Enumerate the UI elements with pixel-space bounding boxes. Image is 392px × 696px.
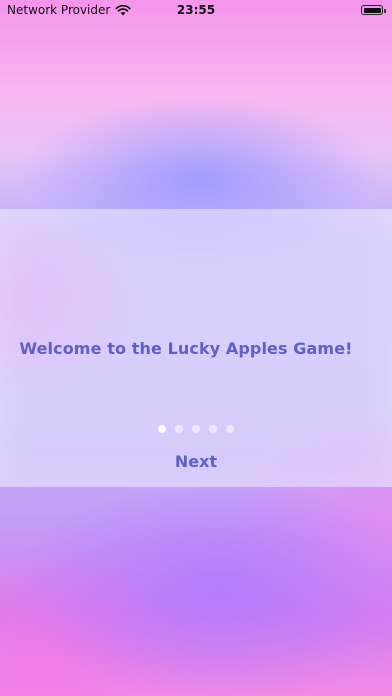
page-dot-2[interactable]	[175, 425, 183, 433]
onboarding-panel: Welcome to the Lucky Apples Game! Next	[0, 209, 392, 487]
page-dot-4[interactable]	[209, 425, 217, 433]
next-button[interactable]: Next	[146, 450, 246, 472]
page-dot-1[interactable]	[158, 425, 166, 433]
battery-icon	[361, 5, 386, 15]
page-dot-3[interactable]	[192, 425, 200, 433]
status-time: 23:55	[176, 3, 216, 17]
page-dot-5[interactable]	[226, 425, 234, 433]
welcome-message: Welcome to the Lucky Apples Game!	[19, 339, 353, 358]
page-indicator[interactable]	[0, 425, 392, 433]
status-bar: Network Provider 23:55	[0, 0, 392, 22]
battery-tip	[383, 8, 386, 13]
battery-level	[363, 7, 381, 13]
